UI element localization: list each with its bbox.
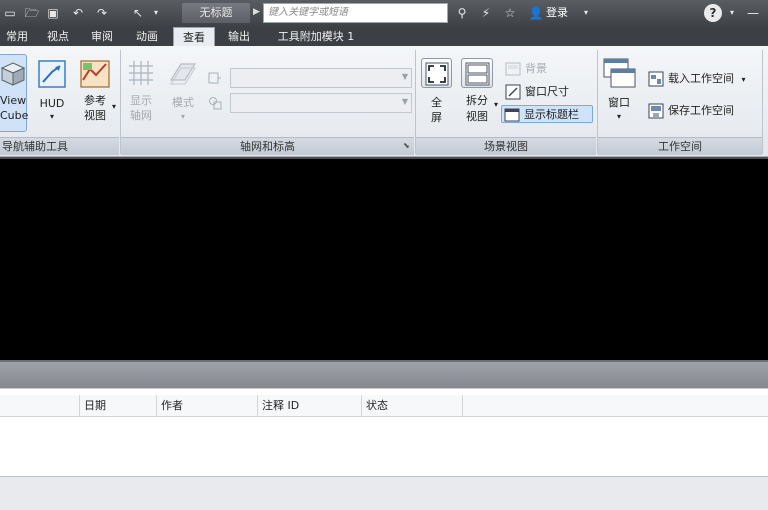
windows-dropdown-icon[interactable]: ▾ [612,110,626,124]
minimize-button[interactable]: — [744,4,762,22]
level-dropdown[interactable]: ▼ [230,93,412,113]
help-dropdown-icon[interactable]: ▾ [724,5,740,21]
grid-mode-label: 模式 [172,96,194,109]
tab-view[interactable]: 查看 [173,27,215,46]
window-size-icon [505,84,521,100]
show-titlebar-button[interactable]: 显示标题栏 [501,105,593,123]
scene-viewport[interactable] [0,157,768,360]
title-bar: ▭ 🗁 ▣ ↶ ↷ ↖ ▾ 无标题 ▶ 键入关键字或短语 ⚲ ⚡ ☆ 👤 登录 … [0,0,768,27]
hud-label[interactable]: HUD [35,97,69,111]
reference-views-label-line1: 参考 [84,94,106,107]
ribbon-tab-bar: 常用 视点 审阅 动画 查看 输出 工具附加模块 1 [0,27,768,46]
save-workspace-icon [648,103,664,119]
tab-review[interactable]: 审阅 [84,27,120,46]
select-cursor-icon[interactable]: ↖ [130,5,146,21]
viewcube-label-line2: Cube [0,109,29,122]
redo-icon[interactable]: ↷ [94,5,110,21]
search-input[interactable]: 键入关键字或短语 [263,3,448,23]
title-arrow-icon: ▶ [253,7,260,17]
comments-grid: 日期 作者 注释 ID 状态 [0,388,768,476]
viewcube-icon [0,62,26,86]
tab-viewpoint[interactable]: 视点 [40,27,76,46]
panel-title-scene-view: 场景视图 [416,137,596,155]
load-workspace-icon [648,71,664,87]
chevron-down-icon: ▼ [401,72,408,81]
status-bar [0,476,768,510]
panel-separator [762,50,763,154]
undo-icon[interactable]: ↶ [70,5,86,21]
split-view-label-line2: 视图 [466,110,488,123]
split-view-button[interactable] [461,58,493,88]
panel-title-grids-levels: 轴网和标高 [121,137,414,155]
split-view-icon [465,62,490,86]
open-folder-icon[interactable]: 🗁 [24,5,40,21]
reference-views-icon[interactable] [80,60,110,88]
fullscreen-label-line2: 屏 [431,111,442,124]
save-workspace-button[interactable]: 保存工作空间 [646,102,758,120]
favorites-star-icon[interactable]: ☆ [502,5,518,21]
load-workspace-label: 载入工作空间 [668,72,734,85]
tab-home[interactable]: 常用 [0,27,34,46]
tab-tools-addins[interactable]: 工具附加模块 1 [266,27,366,46]
grid-mode-icon[interactable] [167,58,199,88]
column-header-status[interactable]: 状态 [362,395,463,417]
new-file-icon[interactable]: ▭ [2,5,18,21]
chevron-down-icon: ▼ [401,97,408,106]
split-view-dropdown-icon[interactable]: ▾ [492,98,500,112]
column-header-author[interactable]: 作者 [157,395,258,417]
binoculars-icon[interactable]: ⚲ [454,5,470,21]
show-grid-label-line2: 轴网 [130,109,152,122]
level-icon [209,97,222,110]
login-dropdown-icon[interactable]: ▾ [578,5,594,21]
panel-splitter[interactable] [0,360,768,388]
fullscreen-icon [425,62,449,86]
tab-output[interactable]: 输出 [222,27,256,46]
document-title: 无标题 [182,3,250,23]
grid-header-row: 日期 作者 注释 ID 状态 [0,395,768,417]
panel-title-workspace: 工作空间 [598,137,762,155]
grid-header-spacer [0,395,80,417]
ribbon: View Cube HUD ▾ 参考 视图 ▾ 导航辅助工具 显示 轴网 模式 … [0,46,768,157]
select-dropdown-icon[interactable]: ▾ [148,5,164,21]
active-grid-dropdown[interactable]: ▼ [230,68,412,88]
column-header-date[interactable]: 日期 [80,395,157,417]
background-label: 背景 [525,62,547,75]
login-button[interactable]: 登录 [546,5,568,21]
reference-views-dropdown-icon[interactable]: ▾ [110,100,118,114]
hud-icon[interactable] [38,60,66,88]
windows-icon[interactable] [603,58,637,90]
split-view-label-line1: 拆分 [466,94,488,107]
hud-dropdown-icon[interactable]: ▾ [45,110,59,124]
help-button[interactable]: ? [704,4,722,22]
show-grid-label-line1: 显示 [130,94,152,107]
viewcube-label-line1: View [0,94,27,107]
load-workspace-dropdown-icon[interactable]: ▾ [742,75,746,84]
background-button[interactable]: 背景 [503,60,593,78]
grid-mode-dropdown-icon[interactable]: ▾ [176,110,190,124]
column-header-comment-id[interactable]: 注释 ID [258,395,362,417]
window-size-button[interactable]: 窗口尺寸 [503,83,593,101]
save-icon[interactable]: ▣ [45,5,61,21]
window-size-label: 窗口尺寸 [525,85,569,98]
show-titlebar-label: 显示标题栏 [524,108,579,121]
fullscreen-button[interactable] [421,58,452,88]
reference-views-label-line2: 视图 [84,109,106,122]
user-icon[interactable]: 👤 [528,5,544,21]
background-icon [505,62,521,76]
load-workspace-button[interactable]: 载入工作空间 ▾ [646,70,758,88]
show-grid-icon[interactable] [126,58,156,88]
windows-label[interactable]: 窗口 [602,96,636,110]
panel-title-navigation-aids: 导航辅助工具 [0,137,119,155]
active-grid-icon [208,72,221,84]
show-titlebar-icon [504,108,520,122]
tab-animation[interactable]: 动画 [128,27,166,46]
save-workspace-label: 保存工作空间 [668,104,734,117]
subscription-icon[interactable]: ⚡ [478,5,494,21]
panel-launcher-icon[interactable]: ⬊ [403,141,410,150]
fullscreen-label-line1: 全 [431,96,442,109]
